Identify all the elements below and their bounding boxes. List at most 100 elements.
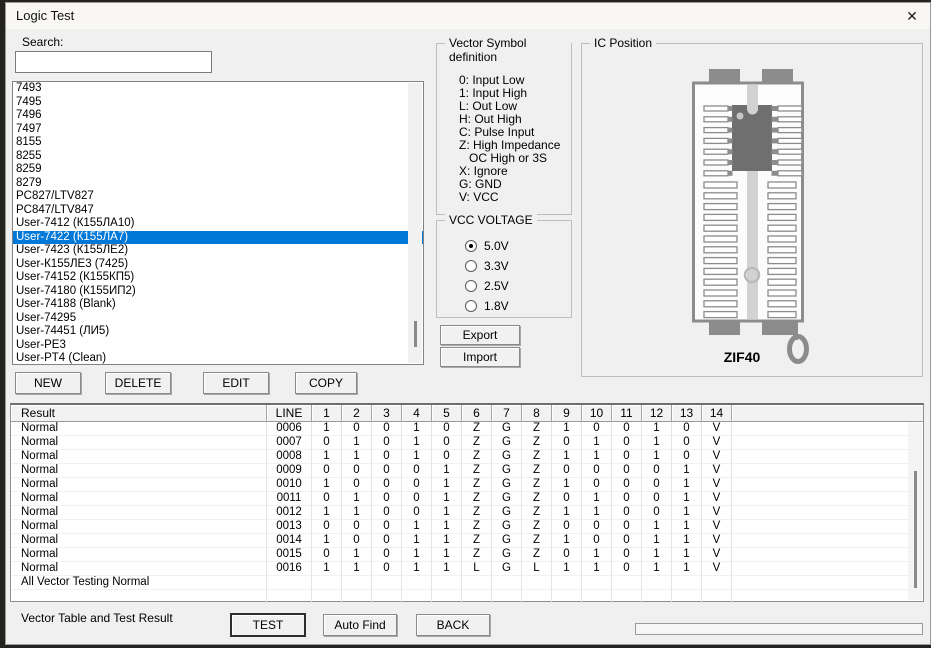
chip-list-item[interactable]: PC847/LTV847 <box>13 204 423 218</box>
vector-cell: V <box>702 548 732 562</box>
table-row[interactable]: Normal000900001ZGZ00001V <box>11 464 923 478</box>
socket-slot <box>778 149 802 154</box>
chip-list-item[interactable]: User-74152 (К155КП5) <box>13 271 423 285</box>
vector-cell: 1 <box>432 464 462 478</box>
vector-cell: 1 <box>672 548 702 562</box>
table-row[interactable]: Normal001611011LGL11011V <box>11 562 923 576</box>
chip-notch-curve <box>747 104 758 115</box>
vector-cell: V <box>702 422 732 436</box>
vector-cell: V <box>702 450 732 464</box>
vcc-option-3-3V[interactable]: 3.3V <box>465 257 571 277</box>
vector-table: ResultLINE1234567891011121314 Normal0006… <box>10 403 924 602</box>
edit-button[interactable]: EDIT <box>203 372 269 394</box>
vector-cell: 1 <box>672 562 702 576</box>
column-header-5: 5 <box>432 405 462 422</box>
import-button[interactable]: Import <box>440 347 520 367</box>
table-row[interactable]: Normal001300011ZGZ00011V <box>11 520 923 534</box>
vector-cell: 1 <box>432 548 462 562</box>
table-row[interactable]: Normal000701010ZGZ01010V <box>11 436 923 450</box>
table-row[interactable]: Normal001211001ZGZ11001V <box>11 506 923 520</box>
delete-button[interactable]: DELETE <box>105 372 171 394</box>
vcc-option-1-8V[interactable]: 1.8V <box>465 297 571 317</box>
socket-slot <box>768 247 796 253</box>
table-row[interactable] <box>11 590 923 604</box>
vector-cell: G <box>492 506 522 520</box>
vector-cell <box>552 576 582 590</box>
vector-cell: 1 <box>342 450 372 464</box>
chip-list-item[interactable]: 7493 <box>13 82 423 96</box>
chip-list-item[interactable]: User-74188 (Blank) <box>13 298 423 312</box>
chip-list-scrollbar[interactable] <box>408 83 422 363</box>
column-header-14: 14 <box>702 405 732 422</box>
chip-list-item[interactable]: 7496 <box>13 109 423 123</box>
vector-cell <box>492 590 522 604</box>
vector-cell: V <box>702 492 732 506</box>
close-icon[interactable]: ✕ <box>900 5 924 27</box>
chip-list-item[interactable]: User-К155ЛЕ3 (7425) <box>13 258 423 272</box>
chip-list-item[interactable]: 8279 <box>13 177 423 191</box>
chip-list-item[interactable]: 8255 <box>13 150 423 164</box>
filler-cell <box>732 464 923 478</box>
chip-list-item[interactable]: User-PE3 <box>13 339 423 353</box>
socket-slot <box>768 204 796 210</box>
chip-list-item[interactable]: User-74180 (К155ИП2) <box>13 285 423 299</box>
socket-slot <box>778 128 802 133</box>
socket-slot <box>778 106 802 111</box>
column-header-8: 8 <box>522 405 552 422</box>
vector-cell: 1 <box>552 562 582 576</box>
table-row[interactable]: Normal000811010ZGZ11010V <box>11 450 923 464</box>
vector-cell: L <box>462 562 492 576</box>
chip-list[interactable]: 74937495749674978155825582598279PC827/LT… <box>12 81 424 365</box>
socket-slot <box>778 138 802 143</box>
vector-cell <box>702 576 732 590</box>
chip-list-item[interactable]: User-7422 (К155ЛА7) <box>13 231 423 245</box>
chip-list-item[interactable]: 8155 <box>13 136 423 150</box>
vector-cell: Z <box>462 520 492 534</box>
socket-slot <box>772 128 779 133</box>
vector-cell: 1 <box>642 436 672 450</box>
vector-cell: 0 <box>372 520 402 534</box>
vcc-option-5-0V[interactable]: 5.0V <box>465 237 571 257</box>
vector-cell: 1 <box>312 422 342 436</box>
back-button[interactable]: BACK <box>416 614 490 636</box>
logic-test-dialog: Logic Test ✕ Search: 7493749574967497815… <box>5 2 931 645</box>
vector-cell: 0 <box>312 548 342 562</box>
vector-table-scrollbar[interactable] <box>908 423 922 600</box>
table-row[interactable]: Normal001010001ZGZ10001V <box>11 478 923 492</box>
vector-cell: 1 <box>402 450 432 464</box>
vector-cell: 0 <box>342 422 372 436</box>
vector-cell: Z <box>522 548 552 562</box>
socket-slot <box>768 279 796 285</box>
table-row[interactable]: Normal001101001ZGZ01001V <box>11 492 923 506</box>
table-row[interactable]: Normal001410011ZGZ10011V <box>11 534 923 548</box>
chip-list-item[interactable]: User-7412 (К155ЛА10) <box>13 217 423 231</box>
new-button[interactable]: NEW <box>15 372 81 394</box>
chip-list-item[interactable]: 7495 <box>13 96 423 110</box>
table-row[interactable]: Normal001501011ZGZ01011V <box>11 548 923 562</box>
export-button[interactable]: Export <box>440 325 520 345</box>
auto-find-button[interactable]: Auto Find <box>323 614 397 636</box>
test-button[interactable]: TEST <box>231 614 305 636</box>
socket-slot <box>768 225 796 231</box>
chip-list-item[interactable]: User-74295 <box>13 312 423 326</box>
vector-cell: Z <box>522 450 552 464</box>
chip-list-item[interactable]: User-PT4 (Clean) <box>13 352 423 365</box>
search-input[interactable] <box>15 51 212 73</box>
vector-cell: 1 <box>342 492 372 506</box>
table-row[interactable]: All Vector Testing Normal <box>11 576 923 590</box>
ic-position-group-title: IC Position <box>590 36 656 50</box>
vector-cell: 0 <box>372 436 402 450</box>
vcc-voltage-options: 5.0V3.3V2.5V1.8V <box>437 237 571 317</box>
chip-list-item[interactable]: 7497 <box>13 123 423 137</box>
vector-cell: 0 <box>612 464 642 478</box>
vector-table-scroll-thumb[interactable] <box>914 471 917 588</box>
chip-list-item[interactable]: User-74451 (ЛИ5) <box>13 325 423 339</box>
vector-cell: 0 <box>642 464 672 478</box>
chip-list-item[interactable]: User-7423 (К155ЛЕ2) <box>13 244 423 258</box>
vcc-option-2-5V[interactable]: 2.5V <box>465 277 571 297</box>
table-row[interactable]: Normal000610010ZGZ10010V <box>11 422 923 436</box>
chip-list-scroll-thumb[interactable] <box>414 321 417 347</box>
chip-list-item[interactable]: 8259 <box>13 163 423 177</box>
chip-list-item[interactable]: PC827/LTV827 <box>13 190 423 204</box>
copy-button[interactable]: COPY <box>295 372 357 394</box>
